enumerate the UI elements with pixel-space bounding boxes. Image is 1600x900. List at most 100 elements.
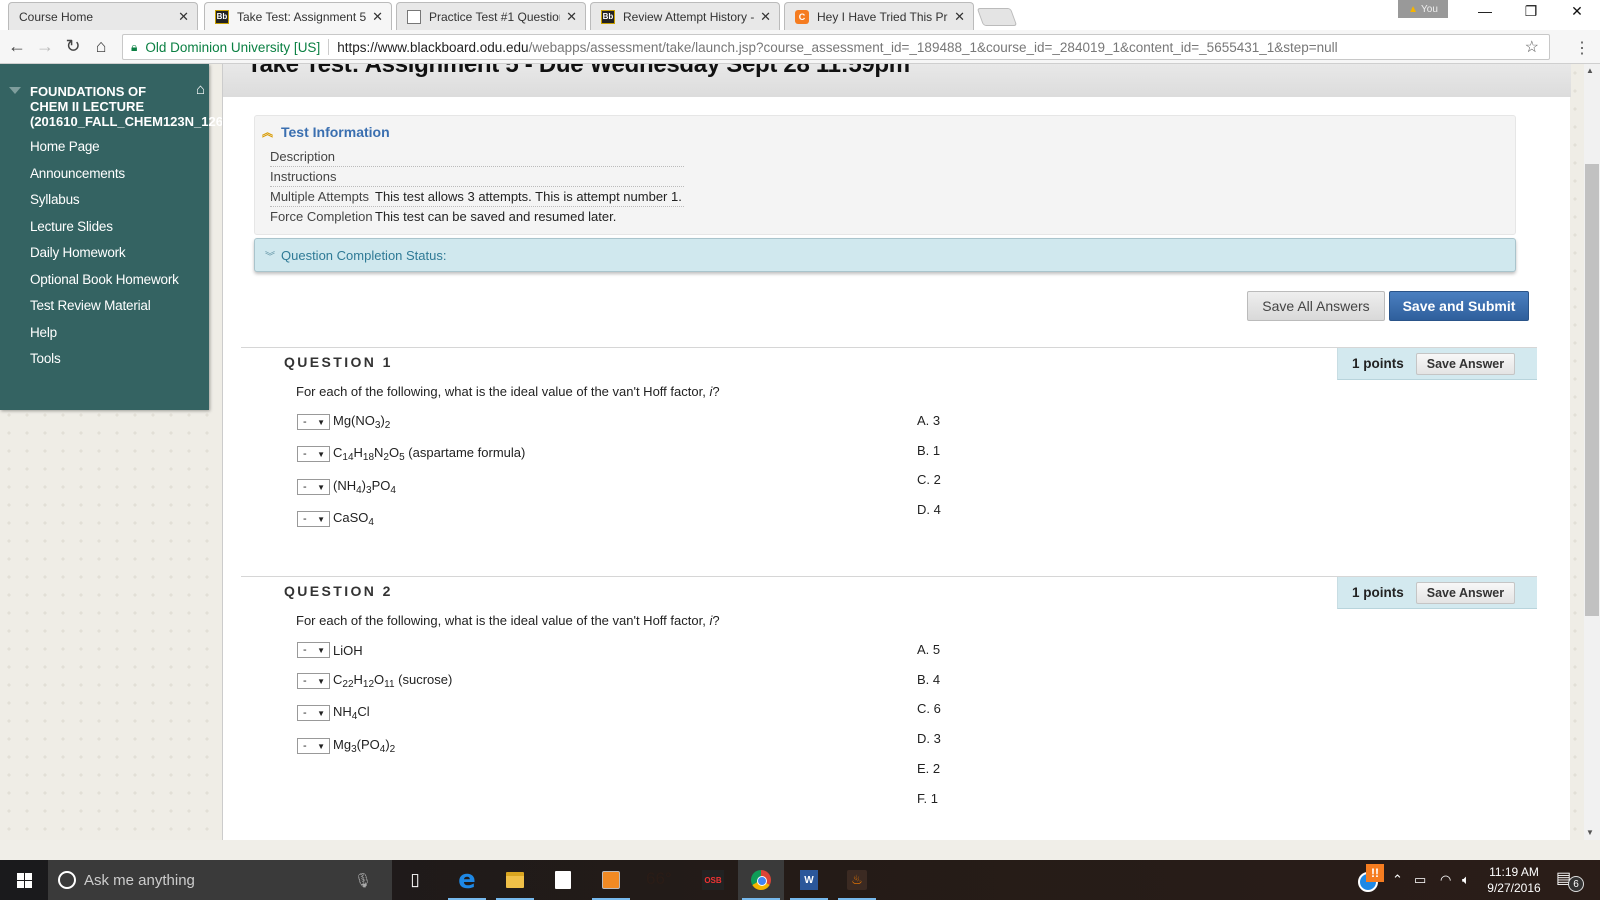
item-formula: Mg(NO3)2 xyxy=(333,413,391,431)
osb-taskbar-button[interactable]: OSB xyxy=(690,860,736,900)
tab-chegg[interactable]: C Hey I Have Tried This Pro ✕ xyxy=(784,2,974,30)
matching-item: - ▼ LiOH xyxy=(297,642,363,658)
save-answer-button[interactable]: Save Answer xyxy=(1415,352,1516,375)
sidebar-item-home-page[interactable]: Home Page xyxy=(0,134,209,161)
blackboard-icon: Bb xyxy=(601,9,615,24)
reload-button[interactable]: ↻ xyxy=(61,36,85,57)
wifi-icon: ◠ xyxy=(1440,872,1452,887)
battery-tray-icon[interactable]: ▭ xyxy=(1414,860,1426,900)
alert-badge-icon[interactable]: !! xyxy=(1366,864,1384,882)
question-completion-status[interactable]: ︾ Question Completion Status: xyxy=(254,238,1516,272)
question-points-bar: 1 points Save Answer xyxy=(1337,348,1537,380)
task-view-button[interactable]: ▯ xyxy=(392,860,438,900)
matching-item: - ▼ C14H18N2O5 (aspartame formula) xyxy=(297,445,525,463)
tab-review-attempt[interactable]: Bb Review Attempt History - ✕ xyxy=(590,2,780,30)
item-formula: C22H12O11 (sucrose) xyxy=(333,672,453,690)
info-row: Force Completion This test can be saved … xyxy=(270,207,684,227)
edge-icon: e xyxy=(458,865,476,895)
matching-item: - ▼ Mg3(PO4)2 xyxy=(297,737,395,755)
tab-close-icon[interactable]: ✕ xyxy=(372,9,383,25)
volume-tray-icon[interactable]: 🔈︎ xyxy=(1462,860,1470,900)
item-formula: Mg3(PO4)2 xyxy=(333,737,396,755)
item-formula: C14H18N2O5 (aspartame formula) xyxy=(333,445,526,463)
wifi-tray-icon[interactable]: ◠ xyxy=(1440,860,1451,900)
speaker-icon: 🔈︎ xyxy=(1462,872,1470,887)
question-prompt: For each of the following, what is the i… xyxy=(296,384,720,399)
chrome-taskbar-button[interactable] xyxy=(738,860,784,900)
sidebar-item-announcements[interactable]: Announcements xyxy=(0,161,209,188)
sidebar-item-optional-book-homework[interactable]: Optional Book Homework xyxy=(0,267,209,294)
scroll-up-arrow-icon[interactable]: ▲ xyxy=(1586,66,1594,75)
test-information-heading: Test Information xyxy=(281,124,390,140)
tab-close-icon[interactable]: ✕ xyxy=(178,9,189,25)
app-taskbar-button[interactable]: ♨ xyxy=(834,860,880,900)
minimize-button[interactable]: — xyxy=(1462,3,1508,19)
sidebar-item-test-review-material[interactable]: Test Review Material xyxy=(0,293,209,320)
action-center-button[interactable]: ▤ 6 xyxy=(1556,868,1584,892)
browser-menu-icon[interactable]: ⋮ xyxy=(1574,38,1590,58)
course-title-text: FOUNDATIONS OF CHEM II LECTURE (201610_F… xyxy=(30,84,242,129)
answer-select[interactable]: - ▼ xyxy=(297,738,330,754)
save-answer-button[interactable]: Save Answer xyxy=(1415,581,1516,604)
search-placeholder: Ask me anything xyxy=(84,871,195,889)
edge-taskbar-button[interactable]: e xyxy=(444,860,490,900)
answer-choice: C. 6 xyxy=(917,701,941,716)
question-completion-label: Question Completion Status: xyxy=(281,247,447,263)
blackboard-icon: Bb xyxy=(215,9,229,24)
notification-count: 6 xyxy=(1568,876,1584,892)
sidebar-item-lecture-slides[interactable]: Lecture Slides xyxy=(0,214,209,241)
sidebar-item-daily-homework[interactable]: Daily Homework xyxy=(0,240,209,267)
new-tab-button[interactable] xyxy=(976,8,1018,26)
course-title[interactable]: FOUNDATIONS OF CHEM II LECTURE (201610_F… xyxy=(0,82,242,129)
answer-select[interactable]: - ▼ xyxy=(297,642,330,658)
scroll-down-arrow-icon[interactable]: ▼ xyxy=(1586,828,1594,837)
cortana-search-box[interactable]: Ask me anything 🎙︎ xyxy=(48,860,392,900)
bookmark-star-icon[interactable]: ☆ xyxy=(1525,37,1539,57)
item-formula: CaSO4 xyxy=(333,510,374,528)
media-player-taskbar-button[interactable] xyxy=(588,860,634,900)
page-title: Take Test: Assignment 5 - Due Wednesday … xyxy=(247,64,910,78)
answer-select[interactable]: - ▼ xyxy=(297,479,330,495)
profile-label: You xyxy=(1421,3,1438,15)
forward-button[interactable]: → xyxy=(33,36,57,57)
answer-select[interactable]: - ▼ xyxy=(297,414,330,430)
tab-close-icon[interactable]: ✕ xyxy=(954,9,965,25)
tab-title: Take Test: Assignment 5 - xyxy=(237,9,367,24)
test-information-toggle[interactable]: ︽ Test Information xyxy=(262,124,390,140)
info-row: Description xyxy=(270,147,684,167)
show-hidden-icons-button[interactable]: ⌃ xyxy=(1392,860,1403,900)
save-and-submit-button[interactable]: Save and Submit xyxy=(1389,291,1529,321)
restore-button[interactable]: ❐ xyxy=(1508,3,1554,20)
tab-take-test[interactable]: Bb Take Test: Assignment 5 - ✕ xyxy=(204,2,392,30)
sidebar-item-tools[interactable]: Tools xyxy=(0,346,209,373)
microphone-icon[interactable]: 🎙︎ xyxy=(354,872,372,889)
home-button[interactable]: ⌂ xyxy=(89,36,113,57)
system-clock[interactable]: 11:19 AM 9/27/2016 xyxy=(1482,864,1546,896)
page-scrollbar[interactable]: ▲ ▼ xyxy=(1570,64,1600,840)
collapse-triangle-icon[interactable] xyxy=(9,87,21,94)
address-bar[interactable]: 🔒︎ Old Dominion University [US] https://… xyxy=(122,34,1550,60)
answer-select[interactable]: - ▼ xyxy=(297,446,330,462)
tab-practice-test[interactable]: Practice Test #1 Question ✕ xyxy=(396,2,586,30)
question-1: QUESTION 1 1 points Save Answer For each… xyxy=(241,347,1537,576)
close-window-button[interactable]: ✕ xyxy=(1554,3,1600,20)
home-icon[interactable]: ⌂ xyxy=(196,82,205,97)
start-button[interactable] xyxy=(0,860,48,900)
profile-button[interactable]: ▲ You xyxy=(1398,0,1448,18)
answer-select[interactable]: - ▼ xyxy=(297,705,330,721)
word-taskbar-button[interactable]: W xyxy=(786,860,832,900)
store-taskbar-button[interactable] xyxy=(540,860,586,900)
answer-select[interactable]: - ▼ xyxy=(297,673,330,689)
save-all-answers-button[interactable]: Save All Answers xyxy=(1247,291,1385,321)
sidebar-item-syllabus[interactable]: Syllabus xyxy=(0,187,209,214)
dropdown-arrow-icon: ▼ xyxy=(317,449,325,459)
points-value: 1 points xyxy=(1352,585,1404,600)
back-button[interactable]: ← xyxy=(5,36,29,57)
tab-course-home[interactable]: Course Home ✕ xyxy=(8,2,198,81)
sidebar-item-help[interactable]: Help xyxy=(0,320,209,347)
tab-close-icon[interactable]: ✕ xyxy=(566,9,577,25)
file-explorer-taskbar-button[interactable] xyxy=(492,860,538,900)
scrollbar-thumb[interactable] xyxy=(1585,164,1599,616)
tab-close-icon[interactable]: ✕ xyxy=(760,9,771,25)
answer-select[interactable]: - ▼ xyxy=(297,511,330,527)
